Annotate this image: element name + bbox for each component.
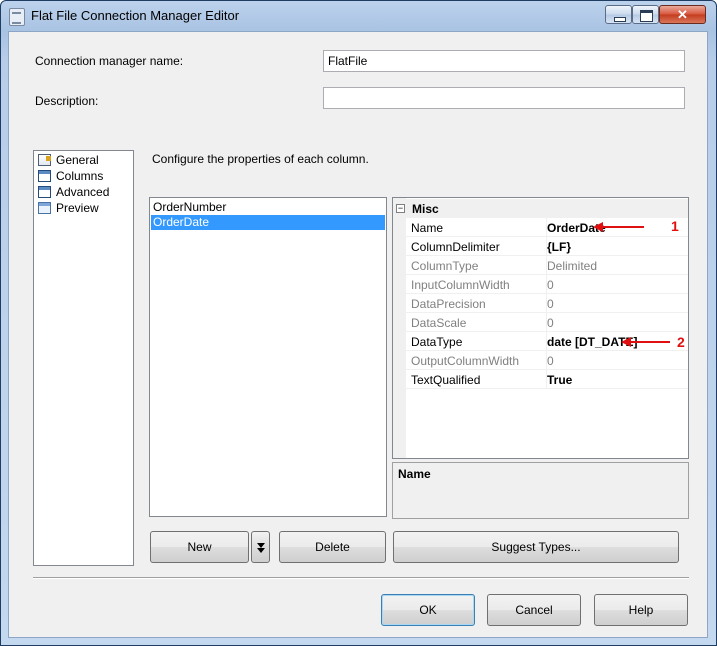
- ok-button[interactable]: OK: [381, 594, 475, 626]
- new-dropdown-button[interactable]: [251, 531, 270, 563]
- category-label: Misc: [412, 202, 439, 216]
- property-row-outputcolumnwidth[interactable]: OutputColumnWidth 0: [406, 351, 688, 370]
- help-button[interactable]: Help: [594, 594, 688, 626]
- property-name: OutputColumnWidth: [411, 354, 520, 368]
- nav-item-advanced[interactable]: Advanced: [38, 185, 109, 201]
- property-name: InputColumnWidth: [411, 278, 510, 292]
- connection-name-input[interactable]: FlatFile: [323, 50, 685, 72]
- description-title: Name: [398, 467, 431, 481]
- property-value: 0: [547, 278, 554, 292]
- divider: [33, 577, 689, 579]
- cancel-button[interactable]: Cancel: [487, 594, 581, 626]
- property-row-textqualified[interactable]: TextQualified True: [406, 370, 688, 389]
- annotation-arrowhead-2: [621, 337, 631, 347]
- property-value: 0: [547, 316, 554, 330]
- annotation-arrows: [593, 222, 670, 347]
- category-row[interactable]: − Misc: [393, 199, 688, 218]
- description-label: Description:: [35, 94, 99, 108]
- list-item[interactable]: OrderNumber: [151, 200, 385, 215]
- close-button[interactable]: [659, 5, 706, 24]
- maximize-button[interactable]: [632, 5, 659, 24]
- property-name: ColumnDelimiter: [411, 240, 500, 254]
- property-value: 0: [547, 354, 554, 368]
- instruction-text: Configure the properties of each column.: [152, 152, 369, 166]
- nav-item-general[interactable]: General: [38, 153, 99, 169]
- property-value: 0: [547, 297, 554, 311]
- column-list[interactable]: OrderNumber OrderDate: [149, 197, 387, 517]
- annotation-number-1: 1: [671, 218, 679, 234]
- page-nav: General Columns Advanced Preview: [33, 150, 134, 566]
- property-name: Name: [411, 221, 444, 235]
- list-item-selected[interactable]: OrderDate: [151, 215, 385, 230]
- columns-icon: [38, 170, 51, 182]
- advanced-icon: [38, 186, 51, 198]
- app-icon: [9, 8, 25, 26]
- new-button[interactable]: New: [150, 531, 249, 563]
- property-name: ColumnType: [411, 259, 479, 273]
- property-description-panel: Name: [392, 462, 689, 519]
- title-bar[interactable]: Flat File Connection Manager Editor: [1, 1, 716, 31]
- property-name: TextQualified: [411, 373, 481, 387]
- collapse-icon[interactable]: −: [396, 204, 405, 213]
- property-name: DataType: [411, 335, 463, 349]
- property-value[interactable]: True: [547, 373, 572, 387]
- annotation-arrowhead-1: [593, 222, 603, 232]
- annotation-number-2: 2: [677, 334, 685, 350]
- nav-item-preview[interactable]: Preview: [38, 201, 99, 217]
- property-name: DataPrecision: [411, 297, 486, 311]
- preview-icon: [38, 202, 51, 214]
- dialog-client-area: Connection manager name: FlatFile Descri…: [8, 31, 708, 638]
- nav-item-label: Advanced: [56, 185, 110, 199]
- nav-item-columns[interactable]: Columns: [38, 169, 103, 185]
- suggest-types-button[interactable]: Suggest Types...: [393, 531, 679, 563]
- property-name: DataScale: [411, 316, 467, 330]
- dialog-window: Flat File Connection Manager Editor Conn…: [0, 0, 717, 646]
- nav-item-label: Preview: [56, 201, 99, 215]
- delete-button[interactable]: Delete: [279, 531, 386, 563]
- connection-name-label: Connection manager name:: [35, 54, 184, 68]
- description-input[interactable]: [323, 87, 685, 109]
- grid-margin: [393, 198, 406, 458]
- general-icon: [38, 154, 51, 166]
- property-value[interactable]: {LF}: [547, 240, 571, 254]
- nav-item-label: General: [56, 153, 99, 167]
- nav-item-label: Columns: [56, 169, 104, 183]
- window-title: Flat File Connection Manager Editor: [31, 8, 240, 23]
- minimize-button[interactable]: [605, 5, 632, 24]
